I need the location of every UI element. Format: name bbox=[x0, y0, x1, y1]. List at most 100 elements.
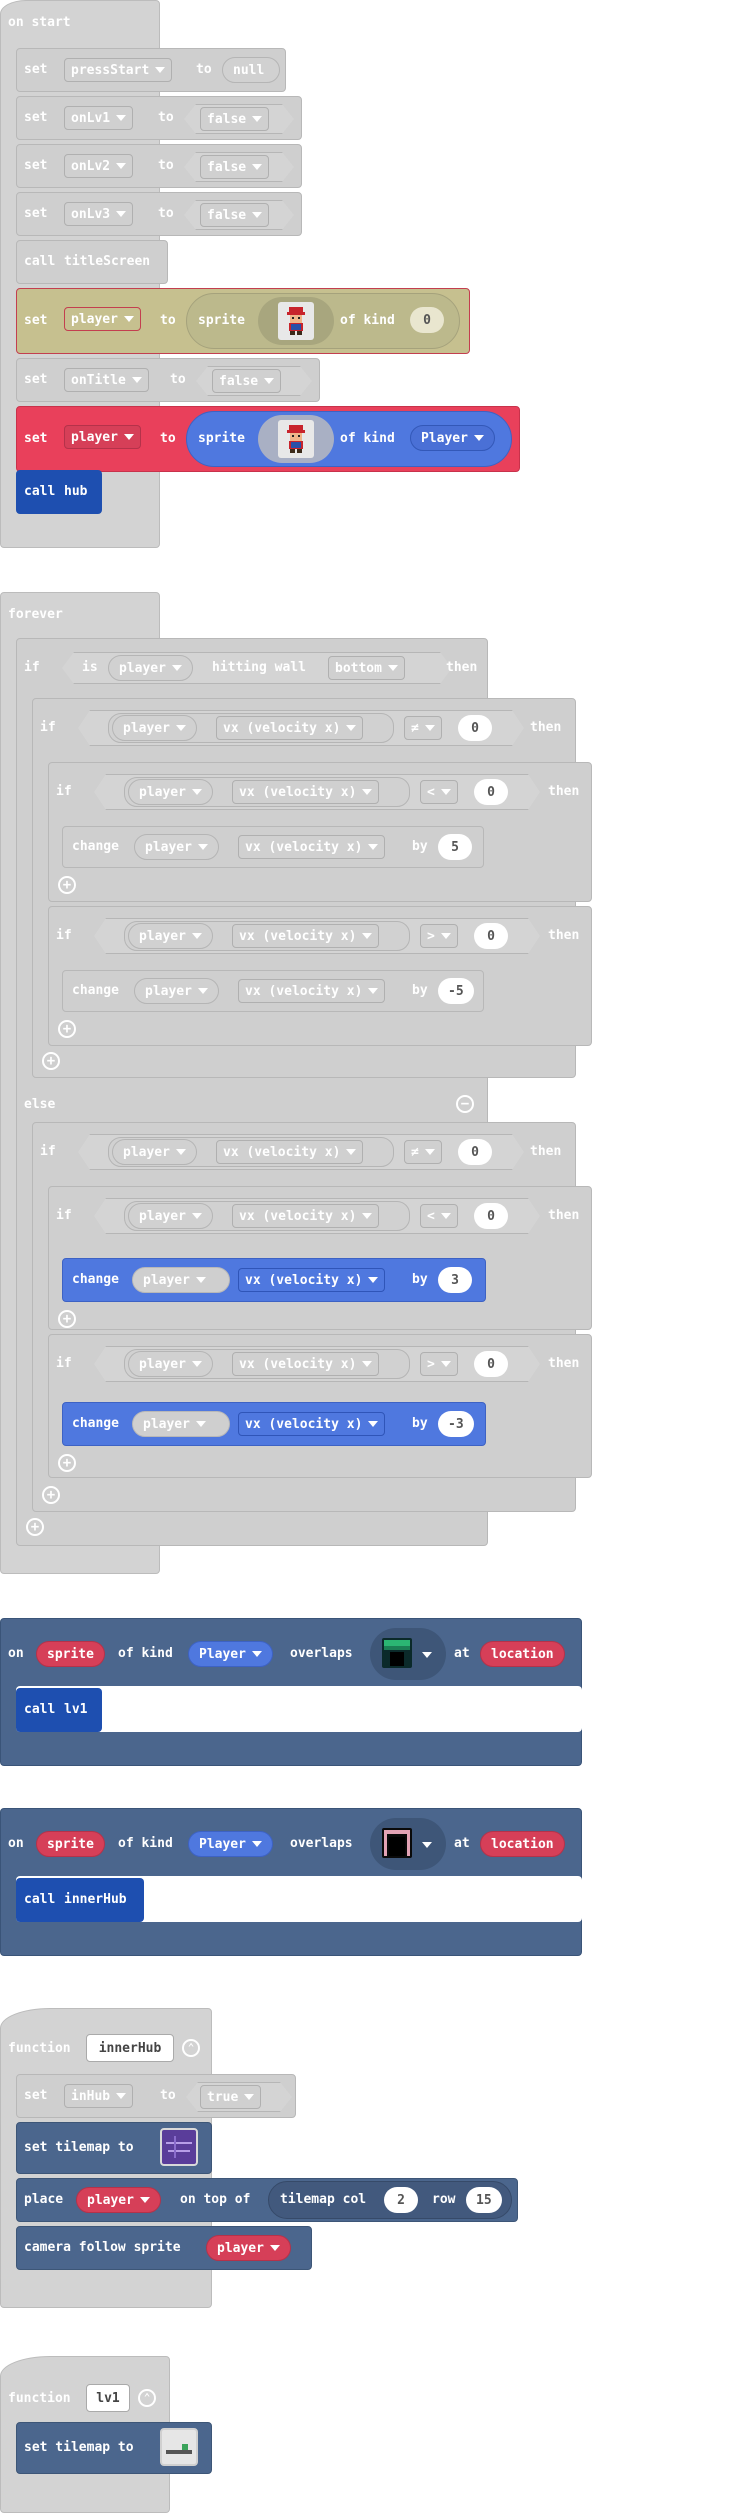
property-dropdown[interactable]: vx (velocity x) bbox=[238, 1412, 386, 1436]
add-else-plus-icon[interactable]: + bbox=[58, 1454, 76, 1472]
boolean-dropdown[interactable]: false bbox=[212, 369, 282, 393]
sprite-param[interactable]: sprite bbox=[36, 1641, 105, 1667]
boolean-text: false bbox=[207, 111, 247, 127]
operator-dropdown[interactable]: < bbox=[420, 780, 458, 804]
player-sprite-reporter[interactable]: player bbox=[128, 1351, 213, 1377]
boolean-dropdown[interactable]: false bbox=[200, 155, 270, 179]
door-tile-icon bbox=[384, 1830, 410, 1856]
place-label: place bbox=[24, 2192, 64, 2207]
variable-dropdown[interactable]: onLv3 bbox=[64, 202, 134, 226]
chevron-down-icon[interactable] bbox=[422, 1652, 432, 1658]
player-sprite-reporter[interactable]: player bbox=[128, 779, 213, 805]
if-label: if bbox=[24, 660, 40, 675]
add-else-plus-icon[interactable]: + bbox=[58, 1020, 76, 1038]
operator-dropdown[interactable]: < bbox=[420, 1204, 458, 1228]
player-sprite-reporter[interactable]: player bbox=[134, 834, 219, 860]
property-dropdown[interactable]: vx (velocity x) bbox=[216, 716, 364, 740]
row-input[interactable]: 15 bbox=[466, 2187, 502, 2213]
add-else-plus-icon[interactable]: + bbox=[58, 1310, 76, 1328]
function-name: innerHub bbox=[64, 1892, 127, 1907]
sprite-param[interactable]: sprite bbox=[36, 1831, 105, 1857]
kind-dropdown[interactable]: Player bbox=[188, 1831, 273, 1857]
property-dropdown[interactable]: vx (velocity x) bbox=[232, 1204, 380, 1228]
player-sprite-reporter[interactable]: player bbox=[128, 923, 213, 949]
player-sprite-reporter[interactable]: player bbox=[112, 715, 197, 741]
number-input[interactable]: -5 bbox=[438, 978, 474, 1004]
to-label: to bbox=[160, 2088, 176, 2103]
chevron-down-icon bbox=[191, 1361, 202, 1367]
variable-dropdown[interactable]: onLv1 bbox=[64, 106, 134, 130]
player-sprite-reporter[interactable]: player bbox=[108, 655, 193, 681]
property-dropdown[interactable]: vx (velocity x) bbox=[232, 924, 380, 948]
number-input[interactable]: -3 bbox=[438, 1411, 474, 1437]
property-dropdown[interactable]: vx (velocity x) bbox=[232, 1352, 380, 1376]
kind-number-input[interactable]: 0 bbox=[410, 307, 444, 333]
property-dropdown[interactable]: vx (velocity x) bbox=[238, 979, 386, 1003]
player-variable-dropdown[interactable]: player bbox=[64, 425, 141, 449]
sprite-image[interactable] bbox=[278, 302, 314, 340]
operator-dropdown[interactable]: ≠ bbox=[404, 716, 442, 740]
sprite-image[interactable] bbox=[278, 420, 314, 458]
kind-dropdown[interactable]: Player bbox=[410, 425, 495, 451]
of-kind-label: of kind bbox=[118, 1836, 173, 1851]
sprite-name: player bbox=[123, 720, 170, 736]
set-label: set bbox=[24, 158, 48, 173]
operator-dropdown[interactable]: > bbox=[420, 924, 458, 948]
boolean-dropdown[interactable]: false bbox=[200, 107, 270, 131]
add-else-plus-icon[interactable]: + bbox=[26, 1518, 44, 1536]
variable-dropdown[interactable]: onTitle bbox=[64, 368, 149, 392]
function-name-field[interactable]: lv1 bbox=[86, 2384, 130, 2412]
operator-dropdown[interactable]: > bbox=[420, 1352, 458, 1376]
to-label: to bbox=[160, 431, 176, 446]
player-sprite-reporter[interactable]: player bbox=[112, 1139, 197, 1165]
number-input[interactable]: 5 bbox=[438, 834, 472, 860]
tile-image[interactable] bbox=[382, 1638, 412, 1668]
number-input[interactable]: 3 bbox=[438, 1267, 472, 1293]
player-sprite-reporter[interactable]: player bbox=[132, 1411, 230, 1437]
boolean-dropdown[interactable]: true bbox=[200, 2085, 262, 2109]
player-sprite-reporter[interactable]: player bbox=[134, 978, 219, 1004]
null-value[interactable]: null bbox=[222, 57, 280, 83]
wall-direction-dropdown[interactable]: bottom bbox=[328, 656, 405, 680]
property-dropdown[interactable]: vx (velocity x) bbox=[232, 780, 380, 804]
property-dropdown[interactable]: vx (velocity x) bbox=[238, 1268, 386, 1292]
property-dropdown[interactable]: vx (velocity x) bbox=[216, 1140, 364, 1164]
variable-dropdown[interactable]: inHub bbox=[64, 2084, 134, 2108]
player-sprite-reporter[interactable]: player bbox=[132, 1267, 230, 1293]
number-input[interactable]: 0 bbox=[474, 779, 508, 805]
function-name-field[interactable]: innerHub bbox=[86, 2034, 174, 2062]
sprite-name: player bbox=[145, 839, 192, 855]
collapse-chevron-icon[interactable]: ⌃ bbox=[182, 2039, 200, 2057]
location-param[interactable]: location bbox=[480, 1641, 565, 1667]
variable-dropdown[interactable]: pressStart bbox=[64, 58, 173, 82]
add-else-plus-icon[interactable]: + bbox=[58, 876, 76, 894]
tilemap-image[interactable] bbox=[160, 2428, 198, 2466]
column-input[interactable]: 2 bbox=[384, 2187, 418, 2213]
tilemap-image[interactable] bbox=[160, 2128, 198, 2166]
number-input[interactable]: 0 bbox=[474, 923, 508, 949]
property-dropdown[interactable]: vx (velocity x) bbox=[238, 835, 386, 859]
number-input[interactable]: 0 bbox=[474, 1203, 508, 1229]
variable-name: onLv3 bbox=[71, 206, 111, 222]
variable-dropdown[interactable]: onLv2 bbox=[64, 154, 134, 178]
chevron-down-icon[interactable] bbox=[422, 1842, 432, 1848]
change-label: change bbox=[72, 1272, 119, 1287]
kind-dropdown[interactable]: Player bbox=[188, 1641, 273, 1667]
add-else-plus-icon[interactable]: + bbox=[42, 1486, 60, 1504]
remove-else-minus-icon[interactable]: − bbox=[456, 1095, 474, 1113]
collapse-chevron-icon[interactable]: ⌃ bbox=[138, 2389, 156, 2407]
player-sprite-reporter[interactable]: player bbox=[128, 1203, 213, 1229]
operator-dropdown[interactable]: ≠ bbox=[404, 1140, 442, 1164]
operator-symbol: > bbox=[427, 1356, 435, 1372]
add-else-plus-icon[interactable]: + bbox=[42, 1052, 60, 1070]
player-sprite-reporter[interactable]: player bbox=[76, 2187, 161, 2213]
player-variable-dropdown[interactable]: player bbox=[64, 307, 141, 331]
number-input[interactable]: 0 bbox=[474, 1351, 508, 1377]
number-input[interactable]: 0 bbox=[458, 1139, 492, 1165]
player-sprite-reporter[interactable]: player bbox=[206, 2235, 291, 2261]
tile-image[interactable] bbox=[382, 1828, 412, 1858]
number-input[interactable]: 0 bbox=[458, 715, 492, 741]
sprite-name: player bbox=[139, 1356, 186, 1372]
boolean-dropdown[interactable]: false bbox=[200, 203, 270, 227]
location-param[interactable]: location bbox=[480, 1831, 565, 1857]
